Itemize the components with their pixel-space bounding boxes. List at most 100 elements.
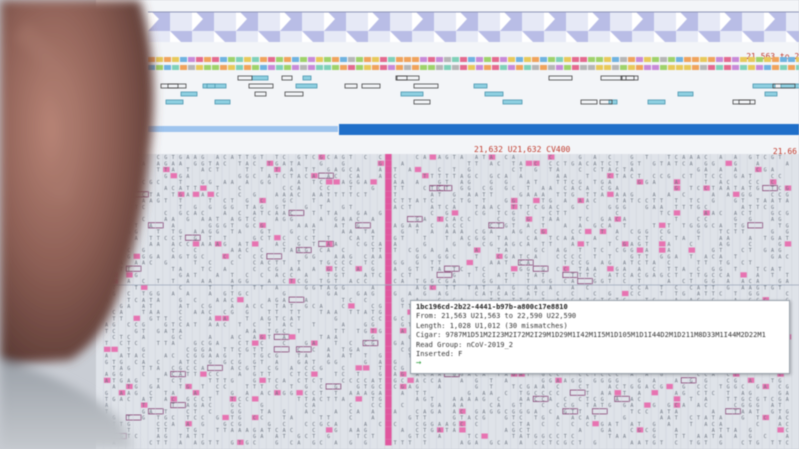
base-glyph: T <box>268 323 271 329</box>
mismatch-cell <box>644 402 651 408</box>
base-glyph: G <box>275 205 278 211</box>
amino-acid-block <box>212 57 219 62</box>
base-glyph: G <box>638 180 641 186</box>
amino-acid-block <box>252 65 259 70</box>
base-glyph: C <box>534 205 537 211</box>
base-glyph: C <box>512 168 515 174</box>
base-glyph: T <box>623 168 626 174</box>
base-glyph: G <box>223 205 226 211</box>
base-glyph: T <box>105 409 108 415</box>
feature-block <box>608 99 618 105</box>
base-glyph: C <box>571 230 574 236</box>
base-glyph: G <box>527 267 530 273</box>
base-glyph: A <box>741 186 744 192</box>
base-glyph: A <box>512 155 515 161</box>
base-glyph: T <box>579 267 582 273</box>
base-glyph: A <box>201 279 204 285</box>
base-glyph: A <box>105 354 108 360</box>
base-glyph: C <box>246 273 249 279</box>
base-glyph: T <box>675 199 678 205</box>
base-glyph: T <box>482 199 485 205</box>
feature-block <box>254 91 267 97</box>
base-glyph: C <box>497 254 500 260</box>
base-glyph: T <box>475 254 478 260</box>
base-glyph: T <box>246 385 249 391</box>
amino-acid-block <box>324 65 331 70</box>
base-glyph: T <box>423 199 426 205</box>
amino-acid-block <box>364 57 371 62</box>
base-glyph: C <box>268 391 271 397</box>
base-glyph: C <box>268 366 271 372</box>
base-glyph: G <box>149 292 152 298</box>
amino-acid-block <box>684 65 691 70</box>
base-glyph: G <box>719 440 722 446</box>
amino-acid-block <box>620 57 627 62</box>
base-glyph: G <box>542 230 545 236</box>
base-glyph: C <box>653 174 656 180</box>
base-glyph: G <box>423 279 426 285</box>
base-glyph: G <box>490 242 493 248</box>
base-glyph: A <box>394 223 397 229</box>
amino-acid-block <box>652 57 659 62</box>
base-glyph: T <box>756 267 759 273</box>
base-glyph: C <box>704 205 707 211</box>
base-glyph: G <box>423 242 426 248</box>
base-glyph: C <box>423 378 426 384</box>
base-glyph: A <box>741 285 744 291</box>
feature-block <box>484 91 504 97</box>
base-glyph: C <box>157 360 160 366</box>
base-glyph: C <box>142 205 145 211</box>
base-glyph: A <box>209 217 212 223</box>
base-glyph: T <box>231 273 234 279</box>
base-glyph: A <box>408 292 411 298</box>
base-glyph: C <box>379 385 382 391</box>
base-glyph: T <box>690 199 693 205</box>
amino-acid-block <box>492 57 499 62</box>
base-glyph: A <box>505 242 508 248</box>
base-glyph: T <box>135 285 138 291</box>
base-glyph: T <box>135 205 138 211</box>
base-glyph: C <box>357 242 360 248</box>
base-glyph: C <box>253 217 256 223</box>
mismatch-column-cell <box>385 271 392 278</box>
base-glyph: G <box>712 161 715 167</box>
base-glyph: T <box>231 285 234 291</box>
base-glyph: T <box>246 168 249 174</box>
base-glyph: A <box>172 391 175 397</box>
base-glyph: A <box>586 186 589 192</box>
base-glyph: G <box>519 267 522 273</box>
base-glyph: C <box>431 285 434 291</box>
base-glyph: A <box>120 310 123 316</box>
base-glyph: T <box>349 192 352 198</box>
base-glyph: A <box>223 180 226 186</box>
base-glyph: C <box>482 267 485 273</box>
base-glyph: A <box>223 267 226 273</box>
base-glyph: T <box>534 180 537 186</box>
base-glyph: A <box>756 161 759 167</box>
base-glyph: C <box>749 242 752 248</box>
amino-acid-block <box>188 65 195 70</box>
base-glyph: A <box>135 236 138 242</box>
base-glyph: T <box>342 273 345 279</box>
base-glyph: A <box>312 403 315 409</box>
base-glyph: T <box>112 360 115 366</box>
base-glyph: A <box>275 242 278 248</box>
base-glyph: C <box>719 211 722 217</box>
base-glyph: A <box>438 267 441 273</box>
base-glyph: A <box>371 285 374 291</box>
base-glyph: C <box>223 161 226 167</box>
base-glyph: C <box>431 378 434 384</box>
base-glyph: T <box>164 391 167 397</box>
base-glyph: G <box>334 273 337 279</box>
base-glyph: A <box>549 186 552 192</box>
base-glyph: C <box>460 217 463 223</box>
base-glyph: C <box>135 298 138 304</box>
base-glyph: A <box>275 360 278 366</box>
base-glyph: T <box>112 366 115 372</box>
base-glyph: A <box>712 409 715 415</box>
base-glyph: G <box>727 285 730 291</box>
base-glyph: T <box>423 428 426 434</box>
base-glyph: T <box>416 279 419 285</box>
base-glyph: T <box>438 192 441 198</box>
base-glyph: T <box>675 273 678 279</box>
